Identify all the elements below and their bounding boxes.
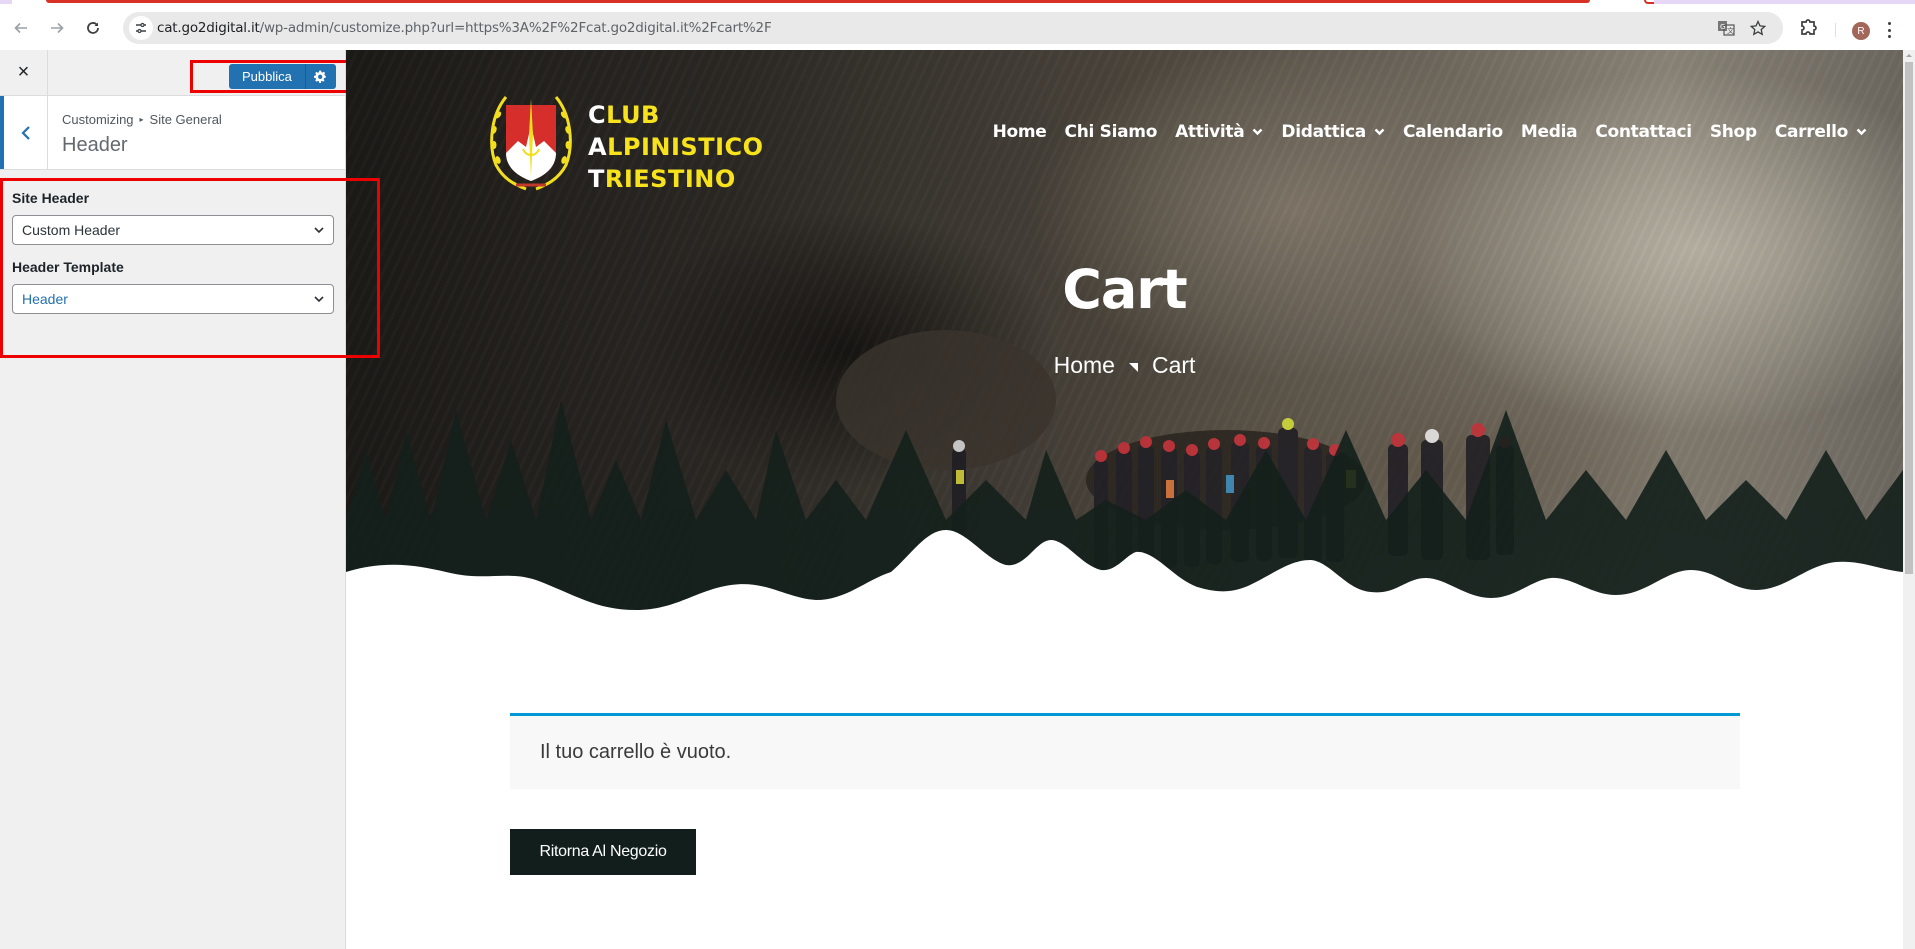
nav-item-home[interactable]: Home <box>993 122 1047 142</box>
chevron-left-icon <box>20 125 30 140</box>
chevron-down-icon <box>1253 128 1263 136</box>
site-header-value: Custom Header <box>22 222 121 238</box>
site-header-label: Site Header <box>12 190 90 206</box>
return-to-shop-button[interactable]: Ritorna Al Negozio <box>510 829 696 875</box>
svg-text:文: 文 <box>1727 26 1734 35</box>
customizer-breadcrumb: Customizing ▸ Site General <box>62 112 222 127</box>
translate-icon: G文 <box>1718 21 1735 36</box>
main-navigation: Home Chi Siamo Attività Didattica Calend… <box>975 122 1867 142</box>
page-breadcrumb: Home Cart <box>346 352 1903 379</box>
cart-empty-message: Il tuo carrello è vuoto. <box>540 741 732 763</box>
publish-settings-button[interactable] <box>305 64 336 89</box>
customizer-controls: Site Header Custom Header Header Templat… <box>12 190 334 328</box>
gear-icon <box>314 70 327 83</box>
star-icon <box>1750 20 1766 36</box>
section-header: Customizing ▸ Site General Header <box>0 96 345 170</box>
customizer-sidebar: × Pubblica Customizing ▸ Site General Head… <box>0 50 360 949</box>
svg-text:G: G <box>1720 23 1725 31</box>
chevron-down-icon <box>314 296 324 303</box>
arrow-left-icon <box>14 22 27 34</box>
nav-item-calendario[interactable]: Calendario <box>1403 122 1503 142</box>
reload-icon <box>87 22 99 34</box>
toolbar-divider <box>1835 23 1836 37</box>
logo-text: CLUB ALPINISTICO TRIESTINO <box>588 101 764 193</box>
chevron-down-icon <box>1374 128 1385 136</box>
nav-item-chi-siamo[interactable]: Chi Siamo <box>1065 122 1158 142</box>
arrow-right-icon <box>51 22 64 34</box>
page-title: Cart <box>1062 258 1188 321</box>
puzzle-icon <box>1801 19 1817 35</box>
cart-empty-notice: Il tuo carrello è vuoto. <box>510 713 1740 789</box>
tab-strip-right <box>1654 0 1915 4</box>
breadcrumb-home-link[interactable]: Home <box>1054 352 1115 379</box>
site-header-select[interactable]: Custom Header <box>12 215 334 245</box>
kebab-menu-icon[interactable] <box>1886 20 1892 40</box>
header-template-select[interactable]: Header <box>12 284 334 314</box>
customizer-header: × Pubblica <box>0 50 360 96</box>
reload-button[interactable] <box>80 15 106 41</box>
publish-group: Pubblica <box>229 64 336 89</box>
publish-button[interactable]: Pubblica <box>229 64 306 89</box>
url-host: cat.go2digital.it <box>157 20 260 36</box>
header-template-label: Header Template <box>12 259 124 275</box>
chevron-down-icon <box>1856 128 1867 136</box>
profile-initial: R <box>1857 25 1865 37</box>
breadcrumb-current: Cart <box>1151 352 1196 378</box>
extensions-button[interactable] <box>1798 17 1820 39</box>
url-text[interactable]: cat.go2digital.it/wp-admin/customize.php… <box>157 20 772 36</box>
back-button[interactable] <box>8 15 34 41</box>
breadcrumb-parent: Site General <box>149 112 222 127</box>
nav-item-shop[interactable]: Shop <box>1710 122 1757 142</box>
preview-scrollbar[interactable] <box>1903 50 1915 949</box>
nav-item-media[interactable]: Media <box>1521 122 1578 142</box>
site-info-button[interactable] <box>129 16 153 40</box>
breadcrumb-separator: ▸ <box>139 115 144 124</box>
translate-button[interactable]: G文 <box>1715 18 1737 38</box>
profile-avatar[interactable]: R <box>1852 22 1870 40</box>
address-bar[interactable]: cat.go2digital.it/wp-admin/customize.php… <box>123 12 1783 44</box>
bookmark-button[interactable] <box>1747 18 1769 38</box>
close-icon: × <box>17 61 30 83</box>
site-preview: CLUB ALPINISTICO TRIESTINO Home Chi Siam… <box>346 50 1903 949</box>
nav-item-contattaci[interactable]: Contattaci <box>1595 122 1692 142</box>
active-tab-group-indicator <box>46 0 1590 3</box>
tab-strip-left <box>0 0 12 4</box>
url-path: /wp-admin/customize.php?url=https%3A%2F%… <box>259 20 772 36</box>
hero-banner: CLUB ALPINISTICO TRIESTINO Home Chi Siam… <box>346 50 1903 610</box>
back-to-panel-button[interactable] <box>0 96 48 169</box>
scrollbar-thumb[interactable] <box>1905 62 1913 574</box>
nav-item-attivita[interactable]: Attività <box>1175 122 1263 142</box>
nav-item-carrello[interactable]: Carrello <box>1775 122 1867 142</box>
scroll-up-arrow[interactable] <box>1906 54 1912 57</box>
forward-button[interactable] <box>44 15 70 41</box>
breadcrumb-separator-icon <box>1128 363 1138 372</box>
section-title: Header <box>62 134 128 156</box>
chevron-down-icon <box>314 227 324 234</box>
site-logo[interactable]: CLUB ALPINISTICO TRIESTINO <box>486 85 786 195</box>
nav-item-didattica[interactable]: Didattica <box>1281 122 1385 142</box>
club-crest-icon <box>490 96 572 191</box>
tune-icon <box>136 22 146 34</box>
browser-toolbar: cat.go2digital.it/wp-admin/customize.php… <box>0 6 1915 50</box>
breadcrumb-root: Customizing <box>62 112 134 127</box>
close-customizer-button[interactable]: × <box>0 50 48 95</box>
header-template-value: Header <box>22 291 68 307</box>
